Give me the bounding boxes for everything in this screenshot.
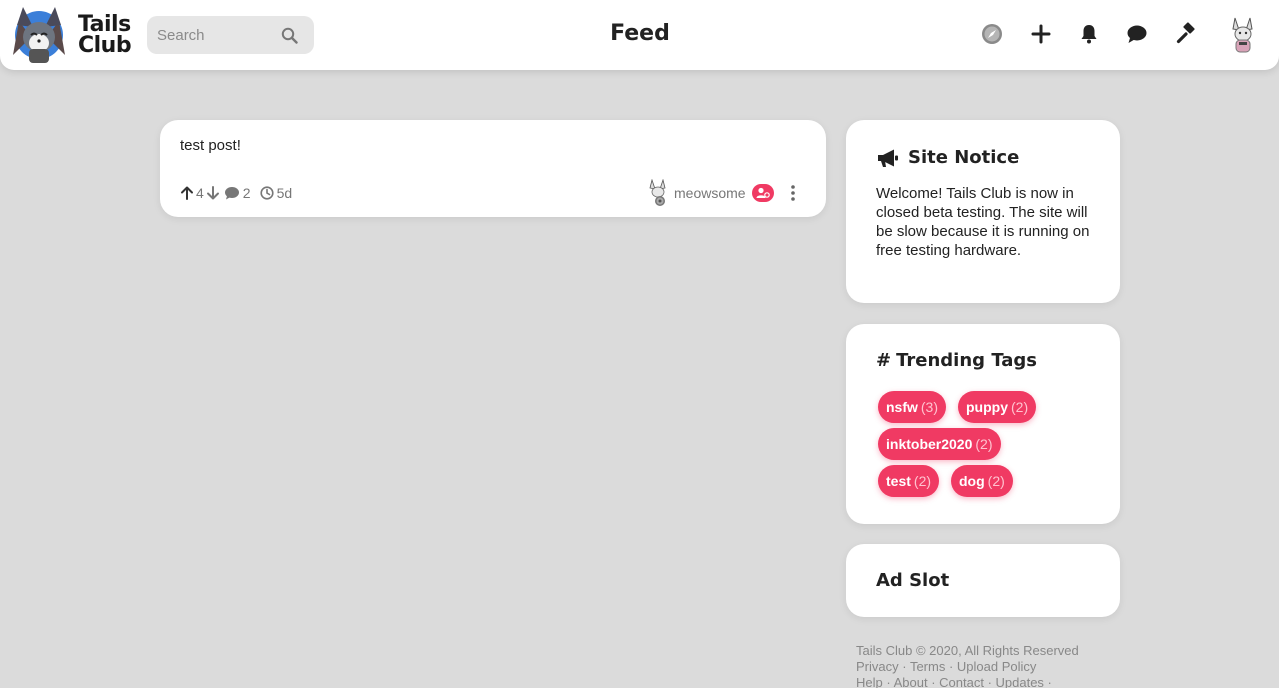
top-navbar: Tails Club Feed <box>0 0 1279 70</box>
site-notice-title: Site Notice <box>908 147 1020 168</box>
ad-slot-title: Ad Slot <box>876 570 950 591</box>
footer-links-row-2: Help · About · Contact · Updates · <box>856 675 1052 688</box>
tag-dog[interactable]: dog (2) <box>951 465 1013 497</box>
upvote-count: 4 <box>196 185 204 201</box>
chat-icon[interactable] <box>1125 22 1149 46</box>
tag-test[interactable]: test (2) <box>878 465 940 497</box>
footer: Tails Club © 2020, All Rights Reserved P… <box>856 643 1116 688</box>
footer-links-row-1: Privacy · Terms · Upload Policy <box>856 659 1037 674</box>
footer-copyright: Tails Club © 2020, All Rights Reserved <box>856 643 1079 658</box>
gavel-icon[interactable] <box>1175 22 1199 46</box>
comment-count: 2 <box>242 185 251 201</box>
user-avatar[interactable] <box>1226 16 1260 54</box>
site-notice-card: Site Notice Welcome! Tails Club is now i… <box>846 120 1120 303</box>
post-text: test post! <box>180 137 241 154</box>
footer-link-terms[interactable]: Terms <box>910 659 945 674</box>
post-age: 5d <box>276 185 293 201</box>
search-icon[interactable] <box>281 27 298 44</box>
tag-name: inktober2020 <box>886 436 973 452</box>
author-avatar[interactable] <box>646 179 670 207</box>
follow-badge[interactable] <box>751 184 774 202</box>
comment-icon[interactable] <box>224 186 240 200</box>
tag-count: (2) <box>987 473 1005 489</box>
post-stats: 4 2 5d <box>180 184 292 202</box>
hash-icon: # <box>876 350 892 371</box>
plus-icon[interactable] <box>1029 22 1053 46</box>
author-name[interactable]: meowsome <box>674 185 746 201</box>
tag-count: (2) <box>1011 399 1029 415</box>
post-author[interactable]: meowsome <box>646 179 774 207</box>
tag-name: dog <box>959 473 985 489</box>
tag-name: nsfw <box>886 399 918 415</box>
search-input[interactable] <box>147 16 277 54</box>
tag-count: (2) <box>975 436 993 452</box>
post-card[interactable]: test post! 4 2 5d meowsome <box>160 120 826 217</box>
tag-count: (2) <box>913 473 932 489</box>
tag-name: puppy <box>966 399 1008 415</box>
footer-link-contact[interactable]: Contact <box>939 675 984 688</box>
footer-link-about[interactable]: About <box>894 675 928 688</box>
footer-link-help[interactable]: Help <box>856 675 883 688</box>
site-notice-heading: Site Notice <box>876 147 1019 168</box>
tag-inktober2020[interactable]: inktober2020 (2) <box>878 428 1001 460</box>
upvote-icon[interactable] <box>180 186 194 200</box>
tag-nsfw[interactable]: nsfw (3) <box>878 391 947 423</box>
trending-tags-heading: # Trending Tags <box>876 350 1037 371</box>
compass-icon[interactable] <box>980 22 1004 46</box>
user-follow-icon <box>756 187 770 198</box>
ad-slot-card: Ad Slot <box>846 544 1120 617</box>
bell-icon[interactable] <box>1077 22 1101 46</box>
megaphone-icon <box>878 149 898 167</box>
footer-link-updates[interactable]: Updates <box>996 675 1044 688</box>
fox-mascot-logo <box>13 7 65 63</box>
footer-link-upload-policy[interactable]: Upload Policy <box>957 659 1037 674</box>
more-options-icon[interactable] <box>787 184 799 202</box>
search-box <box>147 16 314 54</box>
tag-count: (3) <box>920 399 939 415</box>
tag-puppy[interactable]: puppy (2) <box>958 391 1037 423</box>
downvote-icon[interactable] <box>206 186 220 200</box>
site-logo[interactable]: Tails Club <box>9 7 137 63</box>
tag-name: test <box>886 473 911 489</box>
site-notice-body: Welcome! Tails Club is now in closed bet… <box>876 185 1090 259</box>
page-title: Feed <box>610 21 670 46</box>
logo-line-1: Tails <box>78 12 131 37</box>
trending-tags-title: Trending Tags <box>896 350 1038 371</box>
footer-link-privacy[interactable]: Privacy <box>856 659 899 674</box>
logo-wordmark: Tails Club <box>78 12 132 58</box>
clock-icon <box>259 186 274 200</box>
logo-line-2: Club <box>78 33 132 58</box>
trending-tags-card: # Trending Tags nsfw (3) puppy (2) inktobe… <box>846 324 1120 524</box>
